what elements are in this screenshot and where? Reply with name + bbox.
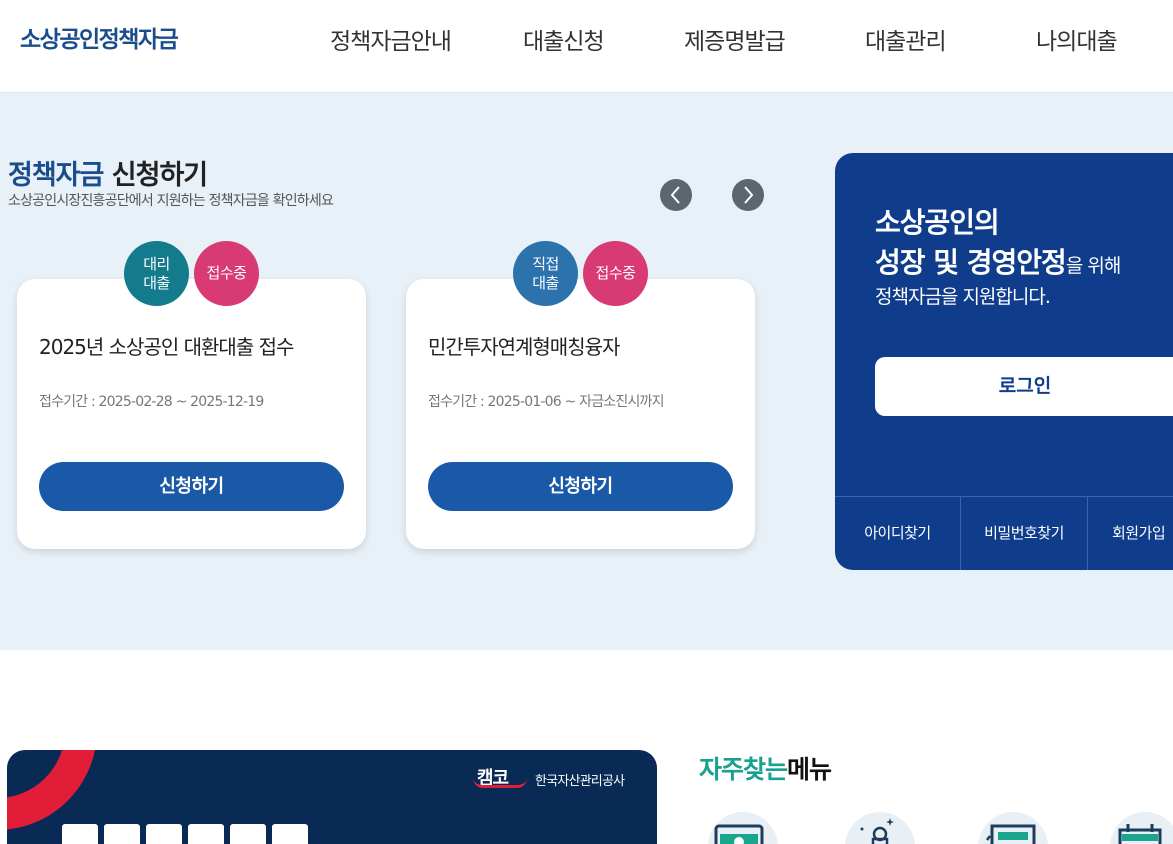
frequent-menu-item[interactable] <box>708 812 778 844</box>
fund-card-period: 접수기간 : 2025-02-28 ~ 2025-12-19 <box>39 394 264 410</box>
frequent-menu-title-highlight: 자주찾는 <box>699 755 788 784</box>
section-title-rest: 신청하기 <box>103 160 208 191</box>
frequent-menu-title-rest: 메뉴 <box>787 755 832 784</box>
site-header: 소상공인정책자금 정책자금안내 대출신청 제증명발급 대출관리 나의대출 <box>0 0 1173 93</box>
loan-type-badge: 직접 대출 <box>513 241 578 306</box>
chef-icon <box>860 818 894 844</box>
banner-headline-partial <box>62 824 314 844</box>
login-panel: 소상공인의 성장 및 경영안정을 위해 정책자금을 지원합니다. 로그인 아이디… <box>835 153 1173 570</box>
kamco-logo: 캠코 <box>473 764 527 790</box>
nav-item-certificate-issue[interactable]: 제증명발급 <box>684 22 786 56</box>
fund-card: 직접 대출 접수중 민간투자연계형매칭융자 접수기간 : 2025-01-06 ~… <box>406 241 755 549</box>
login-panel-heading-line2: 성장 및 경영안정을 위해 <box>875 241 1121 281</box>
chevron-right-icon <box>744 186 754 204</box>
frequent-menu-title: 자주찾는메뉴 <box>699 750 832 786</box>
frequent-menu-item[interactable] <box>845 812 915 844</box>
section-subtitle: 소상공인시장진흥공단에서 지원하는 정책자금을 확인하세요 <box>8 193 334 209</box>
main-nav: 정책자금안내 대출신청 제증명발급 대출관리 나의대출 <box>0 22 1173 58</box>
policy-fund-section: 정책자금 신청하기 소상공인시장진흥공단에서 지원하는 정책자금을 확인하세요 … <box>0 93 1173 650</box>
nav-item-loan-management[interactable]: 대출관리 <box>865 22 947 56</box>
login-panel-heading-light: 을 위해 <box>1065 255 1121 277</box>
document-icon <box>986 824 1036 844</box>
loan-type-line2: 대출 <box>532 273 559 292</box>
kamco-org-name: 한국자산관리공사 <box>535 774 625 789</box>
chevron-left-icon <box>670 186 680 204</box>
section-title-highlight: 정책자금 <box>8 160 104 191</box>
carousel-prev-button[interactable] <box>660 179 692 211</box>
fund-card-title: 민간투자연계형매칭융자 <box>428 335 620 359</box>
loan-type-line1: 대리 <box>143 254 170 273</box>
calendar-icon <box>1118 824 1162 844</box>
status-badge: 접수중 <box>194 241 259 306</box>
fund-card: 대리 대출 접수중 2025년 소상공인 대환대출 접수 접수기간 : 2025-… <box>17 241 366 549</box>
loan-type-badge: 대리 대출 <box>124 241 189 306</box>
money-icon <box>714 824 764 844</box>
section-title: 정책자금 신청하기 <box>8 153 208 192</box>
account-links: 아이디찾기 비밀번호찾기 회원가입 <box>835 496 1173 570</box>
login-panel-heading-line3: 정책자금을 지원합니다. <box>875 286 1051 308</box>
login-button[interactable]: 로그인 <box>875 357 1173 416</box>
status-badge: 접수중 <box>583 241 648 306</box>
nav-item-my-loans[interactable]: 나의대출 <box>1036 22 1118 56</box>
find-id-link[interactable]: 아이디찾기 <box>835 497 961 570</box>
apply-button[interactable]: 신청하기 <box>39 462 344 511</box>
nav-item-loan-application[interactable]: 대출신청 <box>523 22 605 56</box>
fund-card-period: 접수기간 : 2025-01-06 ~ 자금소진시까지 <box>428 394 665 410</box>
login-panel-heading-strong: 성장 및 경영안정 <box>875 246 1067 279</box>
sign-up-link[interactable]: 회원가입 <box>1088 497 1173 570</box>
frequent-menu-item[interactable] <box>1110 812 1173 844</box>
kamco-swoosh-icon <box>473 778 527 788</box>
carousel-next-button[interactable] <box>732 179 764 211</box>
nav-item-policy-fund-info[interactable]: 정책자금안내 <box>330 22 452 56</box>
find-password-link[interactable]: 비밀번호찾기 <box>961 497 1088 570</box>
fund-card-title: 2025년 소상공인 대환대출 접수 <box>39 335 294 359</box>
kamco-promo-banner[interactable]: 캠코 한국자산관리공사 <box>7 750 657 844</box>
apply-button[interactable]: 신청하기 <box>428 462 733 511</box>
login-panel-heading-line1: 소상공인의 <box>875 206 1000 239</box>
loan-type-line2: 대출 <box>143 273 170 292</box>
frequent-menu-item[interactable] <box>978 812 1048 844</box>
banner-decoration-arc <box>7 750 97 830</box>
loan-type-line1: 직접 <box>532 254 559 273</box>
